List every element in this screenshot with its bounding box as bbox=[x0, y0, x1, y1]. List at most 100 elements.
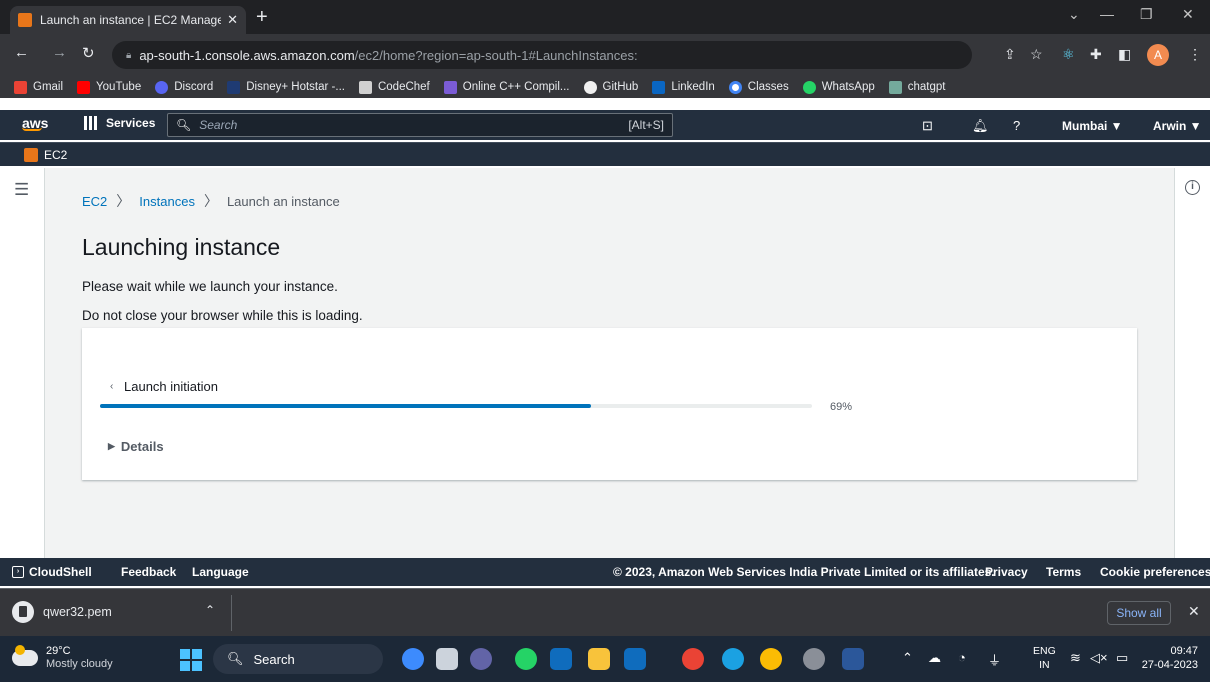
bookmark-whatsapp[interactable]: WhatsApp bbox=[802, 80, 875, 94]
page-title: Launching instance bbox=[82, 234, 281, 260]
side-panel-icon[interactable]: ◧ bbox=[1118, 46, 1131, 63]
edge-icon[interactable] bbox=[722, 648, 744, 670]
aws-logo[interactable]: aws bbox=[22, 115, 48, 131]
forward-icon[interactable]: → bbox=[52, 44, 67, 61]
breadcrumb-instances[interactable]: Instances bbox=[139, 194, 195, 209]
hamburger-menu-icon[interactable]: ☰ bbox=[14, 180, 29, 200]
progress-step: ‹ Launch initiation bbox=[110, 379, 218, 394]
phone-link-icon[interactable]: ◔ bbox=[958, 650, 966, 665]
bookmark-github[interactable]: GitHub bbox=[583, 80, 638, 94]
teams-chat-icon[interactable] bbox=[470, 648, 492, 670]
bookmark-online-cpp[interactable]: Online C++ Compil... bbox=[443, 80, 570, 94]
taskbar-search[interactable]: 🔍︎ Search bbox=[213, 644, 383, 674]
wifi-icon[interactable]: ≋ bbox=[1070, 650, 1081, 666]
volume-icon[interactable]: ◁× bbox=[1090, 650, 1108, 666]
terms-link[interactable]: Terms bbox=[1046, 565, 1081, 579]
tab-close-icon[interactable]: ✕ bbox=[227, 12, 238, 28]
battery-icon[interactable]: ▭ bbox=[1116, 650, 1128, 666]
show-all-button[interactable]: Show all bbox=[1107, 601, 1171, 625]
bing-icon[interactable] bbox=[402, 648, 424, 670]
grid-icon bbox=[84, 116, 98, 130]
privacy-link[interactable]: Privacy bbox=[985, 565, 1028, 579]
bookmark-star-icon[interactable]: ☆ bbox=[1030, 46, 1043, 63]
onedrive-icon[interactable]: ☁ bbox=[928, 650, 941, 666]
input-language[interactable]: ENG IN bbox=[1033, 644, 1056, 672]
progress-percent: 69% bbox=[830, 401, 853, 413]
download-shelf: qwer32.pem ⌃ Show all ✕ bbox=[0, 588, 1210, 636]
aws-search-input[interactable]: 🔍︎ Search [Alt+S] bbox=[167, 113, 673, 137]
system-clock[interactable]: 09:47 27-04-2023 bbox=[1140, 644, 1198, 672]
reload-icon[interactable]: ↻ bbox=[82, 44, 95, 62]
weather-widget[interactable]: 29°C Mostly cloudy bbox=[12, 645, 113, 671]
new-tab-button[interactable]: + bbox=[256, 7, 268, 27]
microsoft-store-icon[interactable] bbox=[550, 648, 572, 670]
services-menu-button[interactable]: Services bbox=[84, 116, 155, 130]
service-ec2-link[interactable]: EC2 bbox=[44, 148, 67, 162]
bookmarks-bar: Gmail YouTube Discord Disney+ Hotstar -.… bbox=[0, 76, 1210, 98]
settings-gear-icon[interactable] bbox=[803, 648, 825, 670]
cloudshell-button[interactable]: › CloudShell bbox=[12, 565, 92, 579]
back-icon[interactable]: ← bbox=[14, 44, 29, 61]
bookmark-chatgpt[interactable]: chatgpt bbox=[888, 80, 946, 94]
details-label: Details bbox=[120, 439, 164, 454]
codechef-icon bbox=[358, 80, 372, 94]
whatsapp-taskbar-icon[interactable] bbox=[515, 648, 537, 670]
google-icon bbox=[728, 80, 742, 94]
breadcrumb-ec2[interactable]: EC2 bbox=[82, 194, 107, 209]
extensions-icon[interactable]: ✚ bbox=[1090, 46, 1102, 63]
do-not-close-message: Do not close your browser while this is … bbox=[82, 308, 363, 323]
address-bar[interactable]: 🔒︎ ap-south-1.console.aws.amazon.com /ec… bbox=[112, 41, 972, 69]
microphone-icon[interactable]: ⏚ bbox=[988, 650, 1001, 669]
hotstar-icon bbox=[227, 80, 241, 94]
bookmark-discord[interactable]: Discord bbox=[155, 80, 213, 94]
details-expander[interactable]: ▶ Details bbox=[108, 439, 164, 454]
bookmark-youtube[interactable]: YouTube bbox=[77, 80, 141, 94]
browser-tab-active[interactable]: Launch an instance | EC2 Manage ✕ bbox=[10, 6, 246, 34]
task-view-icon[interactable] bbox=[436, 648, 458, 670]
bookmark-gmail[interactable]: Gmail bbox=[14, 80, 63, 94]
step-label: Launch initiation bbox=[124, 379, 218, 394]
chevron-up-icon[interactable]: ⌃ bbox=[205, 603, 215, 617]
browser-tabstrip: Launch an instance | EC2 Manage ✕ + ⌄ — … bbox=[0, 0, 1210, 34]
spinner-icon: ‹ bbox=[110, 381, 114, 392]
cloudshell-icon: › bbox=[12, 566, 24, 578]
chevron-right-icon: 〉 bbox=[116, 193, 131, 209]
cookie-preferences-link[interactable]: Cookie preferences bbox=[1100, 565, 1210, 579]
github-icon bbox=[583, 80, 597, 94]
url-path: /ec2/home?region=ap-south-1#LaunchInstan… bbox=[354, 47, 638, 63]
mail-icon[interactable] bbox=[624, 648, 646, 670]
windows-taskbar: 29°C Mostly cloudy 🔍︎ Search ⌃ ☁ ◔ ⏚ ENG… bbox=[0, 636, 1210, 682]
help-icon[interactable]: ? bbox=[1013, 118, 1020, 133]
feedback-link[interactable]: Feedback bbox=[121, 565, 176, 579]
download-filename[interactable]: qwer32.pem bbox=[43, 605, 112, 619]
profile-avatar[interactable]: A bbox=[1147, 44, 1169, 66]
cloudshell-icon[interactable]: ⊡ bbox=[922, 118, 933, 134]
file-explorer-icon[interactable] bbox=[588, 648, 610, 670]
share-icon[interactable]: ⇪ bbox=[1004, 46, 1016, 63]
tray-overflow-icon[interactable]: ⌃ bbox=[902, 650, 913, 666]
close-window-icon[interactable]: ✕ bbox=[1182, 6, 1194, 23]
search-icon: 🔍︎ bbox=[176, 118, 192, 132]
tab-search-chevron-icon[interactable]: ⌄ bbox=[1068, 6, 1080, 23]
info-icon[interactable]: i bbox=[1185, 180, 1200, 195]
bookmark-codechef[interactable]: CodeChef bbox=[358, 80, 430, 94]
react-devtools-icon[interactable]: ⚛ bbox=[1062, 46, 1075, 63]
bookmark-linkedin[interactable]: LinkedIn bbox=[652, 80, 715, 94]
bookmark-classes[interactable]: Classes bbox=[728, 80, 789, 94]
word-icon[interactable] bbox=[842, 648, 864, 670]
progress-bar bbox=[100, 404, 812, 408]
bookmark-hotstar[interactable]: Disney+ Hotstar -... bbox=[227, 80, 345, 94]
minimize-icon[interactable]: — bbox=[1100, 6, 1114, 22]
ec2-favicon-icon bbox=[18, 13, 32, 27]
lock-icon: 🔒︎ bbox=[126, 49, 132, 61]
region-selector[interactable]: Mumbai ▼ bbox=[1062, 119, 1123, 133]
restore-icon[interactable]: ❐ bbox=[1140, 6, 1153, 23]
close-shelf-icon[interactable]: ✕ bbox=[1188, 603, 1200, 620]
chrome-icon[interactable] bbox=[682, 648, 704, 670]
windows-start-icon[interactable] bbox=[180, 649, 202, 671]
account-menu[interactable]: Arwin ▼ bbox=[1153, 119, 1202, 133]
browser-menu-icon[interactable]: ⋮ bbox=[1188, 46, 1202, 63]
language-link[interactable]: Language bbox=[192, 565, 249, 579]
notifications-bell-icon[interactable]: 🔔︎ bbox=[972, 118, 989, 134]
chrome-profile-icon[interactable] bbox=[760, 648, 782, 670]
